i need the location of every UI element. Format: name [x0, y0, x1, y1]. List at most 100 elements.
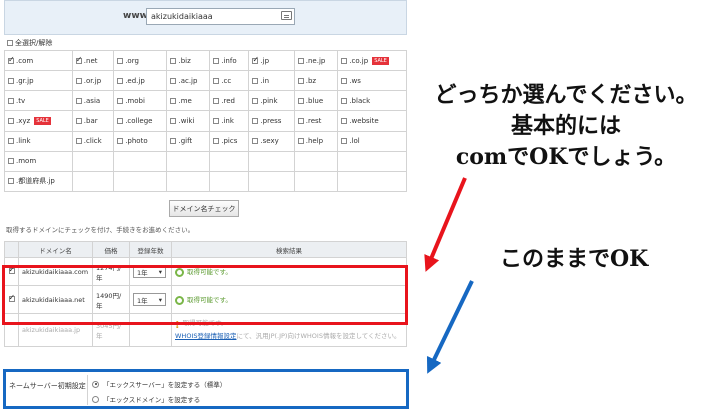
- tld-checkbox[interactable]: [252, 117, 259, 124]
- tld-option[interactable]: .link: [8, 137, 69, 145]
- tld-checkbox[interactable]: [8, 97, 14, 104]
- tld-checkbox[interactable]: [341, 138, 348, 145]
- domain-input[interactable]: akizukidaikiaaa: [146, 8, 295, 25]
- tld-checkbox[interactable]: [213, 117, 220, 124]
- tld-option[interactable]: .mom: [8, 157, 69, 165]
- tld-checkbox[interactable]: [213, 77, 220, 84]
- tld-option[interactable]: .mobi: [117, 97, 163, 105]
- tld-option[interactable]: .help: [297, 137, 335, 145]
- tld-checkbox[interactable]: [8, 138, 14, 145]
- annotation-line: どっちか選んでください。: [434, 82, 698, 108]
- tld-option[interactable]: .blue: [297, 97, 335, 105]
- tld-option[interactable]: .jp: [252, 55, 290, 65]
- tld-label: .mobi: [125, 96, 145, 105]
- tld-option[interactable]: .or.jp: [75, 77, 110, 85]
- tld-option[interactable]: .rest: [297, 117, 335, 125]
- tld-option[interactable]: .lol: [341, 137, 403, 145]
- tld-checkbox[interactable]: [170, 117, 177, 124]
- tld-option[interactable]: .com: [8, 55, 69, 65]
- tld-option[interactable]: .pink: [252, 97, 290, 105]
- tld-option[interactable]: .black: [341, 97, 403, 105]
- tld-checkbox[interactable]: [117, 57, 124, 64]
- tld-checkbox[interactable]: [170, 97, 177, 104]
- tld-checkbox[interactable]: [297, 57, 304, 64]
- tld-checkbox[interactable]: [297, 77, 304, 84]
- tld-checkbox[interactable]: [213, 57, 220, 64]
- tld-option[interactable]: .me: [170, 97, 206, 105]
- tld-option[interactable]: .gift: [170, 137, 206, 145]
- whois-note: にて、汎用JP(.JP)向けWHOIS情報を設定してください。: [236, 332, 401, 341]
- tld-checkbox[interactable]: [75, 117, 82, 124]
- tld-option[interactable]: .都道府県.jp: [8, 176, 69, 186]
- tld-checkbox[interactable]: [117, 97, 124, 104]
- tld-option[interactable]: .red: [213, 97, 245, 105]
- domain-check-button[interactable]: ドメイン名チェック: [169, 200, 239, 217]
- annotation-line: 基本的には: [510, 113, 621, 139]
- tld-option[interactable]: .bar: [75, 117, 110, 125]
- tld-checkbox[interactable]: [170, 57, 177, 64]
- select-all-toggle[interactable]: 全選択/解除: [7, 36, 407, 49]
- tld-option[interactable]: .click: [75, 137, 110, 146]
- tld-option[interactable]: .ac.jp: [170, 77, 206, 85]
- tld-option[interactable]: .bz: [297, 77, 335, 85]
- tld-option[interactable]: .photo: [117, 137, 163, 145]
- tld-option[interactable]: .website: [341, 117, 403, 125]
- tld-checkbox[interactable]: [297, 97, 304, 104]
- tld-checkbox[interactable]: [341, 57, 348, 64]
- tld-checkbox[interactable]: [341, 77, 348, 84]
- tld-option[interactable]: .net: [75, 55, 110, 65]
- tld-option[interactable]: .org: [117, 57, 163, 65]
- tld-checkbox[interactable]: [8, 178, 14, 185]
- results-header-price: 価格: [92, 241, 130, 258]
- tld-label: .click: [83, 137, 102, 146]
- tld-checkbox[interactable]: [117, 138, 124, 145]
- tld-option[interactable]: .co.jp SALE: [341, 56, 403, 65]
- tld-checkbox[interactable]: [8, 77, 14, 84]
- tld-option[interactable]: .sexy: [252, 137, 290, 145]
- tld-checkbox[interactable]: [252, 55, 259, 64]
- tld-checkbox[interactable]: [117, 117, 124, 124]
- tld-option[interactable]: .biz: [170, 57, 206, 65]
- tld-option[interactable]: .wiki: [170, 117, 206, 125]
- whois-settings-link[interactable]: WHOIS登録情報設定: [175, 332, 236, 340]
- tld-option[interactable]: .press: [252, 117, 290, 125]
- tld-option[interactable]: .in: [252, 77, 290, 85]
- tld-checkbox[interactable]: [8, 55, 15, 64]
- tld-option[interactable]: .xyz SALE: [8, 116, 69, 125]
- keyboard-icon[interactable]: [281, 11, 292, 20]
- select-all-checkbox[interactable]: [7, 39, 13, 46]
- tld-checkbox[interactable]: [213, 138, 220, 145]
- tld-checkbox[interactable]: [75, 97, 82, 104]
- tld-checkbox[interactable]: [252, 77, 259, 84]
- tld-checkbox[interactable]: [170, 77, 177, 84]
- tld-label: .cc: [221, 76, 232, 85]
- tld-option[interactable]: .pics: [213, 137, 245, 145]
- tld-checkbox[interactable]: [117, 77, 124, 84]
- select-all-label: 全選択/解除: [15, 38, 53, 47]
- tld-option[interactable]: .ne.jp: [297, 57, 335, 65]
- tld-option[interactable]: .gr.jp: [8, 77, 69, 85]
- tld-checkbox[interactable]: [252, 138, 259, 145]
- tld-checkbox[interactable]: [213, 97, 220, 104]
- tld-option[interactable]: .asia: [75, 97, 110, 105]
- tld-label: .ed.jp: [125, 76, 145, 85]
- tld-checkbox[interactable]: [8, 158, 14, 165]
- tld-checkbox[interactable]: [75, 138, 82, 145]
- tld-checkbox[interactable]: [8, 117, 14, 124]
- tld-checkbox[interactable]: [297, 117, 304, 124]
- tld-option[interactable]: .info: [213, 57, 245, 65]
- tld-checkbox[interactable]: [297, 138, 304, 145]
- tld-checkbox[interactable]: [341, 117, 348, 124]
- tld-option[interactable]: .ed.jp: [117, 77, 163, 85]
- tld-label: .ac.jp: [178, 76, 198, 85]
- tld-checkbox[interactable]: [341, 97, 348, 104]
- tld-checkbox[interactable]: [75, 77, 82, 84]
- tld-option[interactable]: .tv: [8, 97, 69, 105]
- tld-option[interactable]: .cc: [213, 77, 245, 85]
- tld-option[interactable]: .ink: [213, 117, 245, 125]
- tld-checkbox[interactable]: [75, 55, 82, 64]
- tld-checkbox[interactable]: [170, 138, 177, 145]
- tld-option[interactable]: .college: [117, 117, 163, 125]
- tld-option[interactable]: .ws: [341, 77, 403, 85]
- tld-checkbox[interactable]: [252, 97, 259, 104]
